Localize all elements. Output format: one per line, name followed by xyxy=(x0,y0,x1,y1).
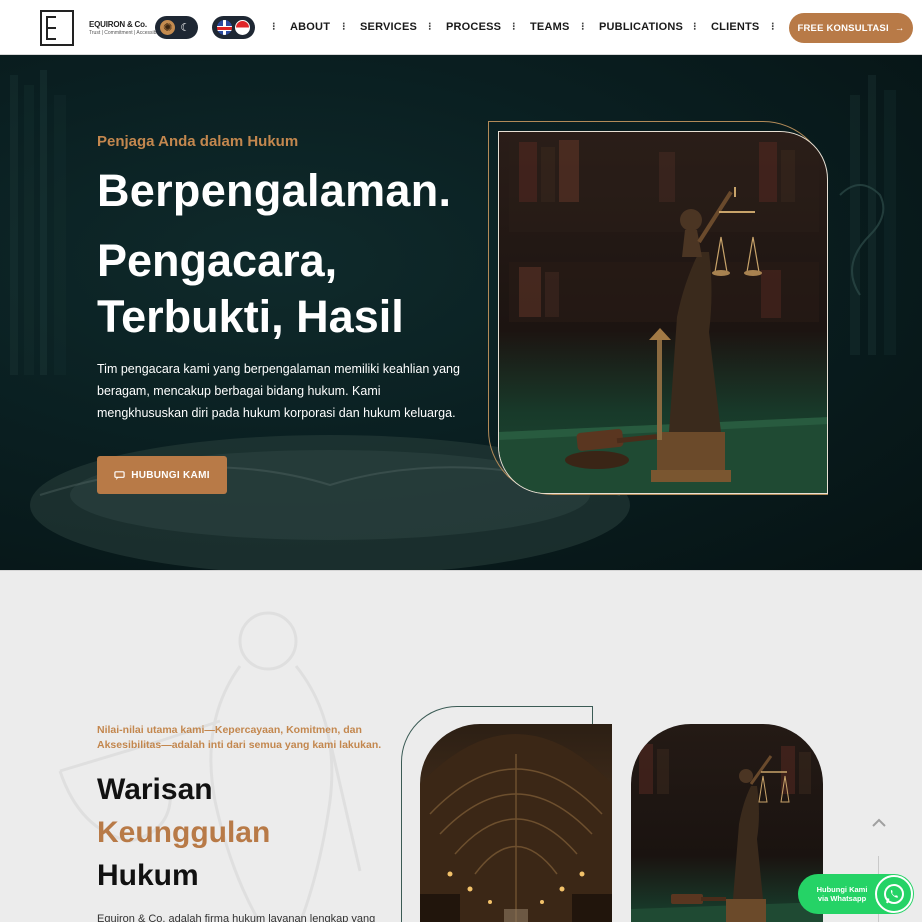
indonesia-flag-icon xyxy=(234,20,250,35)
nav-about[interactable]: ABOUT xyxy=(290,21,330,33)
scroll-to-top-button[interactable] xyxy=(866,810,892,836)
whatsapp-label: Hubungi Kami via Whatsapp xyxy=(816,885,868,903)
uk-flag-icon xyxy=(217,20,233,35)
whatsapp-icon[interactable] xyxy=(875,875,913,913)
contact-us-button[interactable]: HUBUNGI KAMI xyxy=(97,456,227,494)
menu-separator: ⁝ xyxy=(693,21,697,33)
language-toggle[interactable] xyxy=(212,16,255,39)
values-heading-line2: Keunggulan xyxy=(97,816,271,849)
theme-toggle[interactable]: ✺ ☾ xyxy=(155,16,198,39)
nav-services[interactable]: SERVICES xyxy=(360,21,417,33)
free-consultation-button[interactable]: FREE KONSULTASI → xyxy=(789,13,913,43)
nav-publications[interactable]: PUBLICATIONS xyxy=(599,21,683,33)
nav-teams[interactable]: TEAMS xyxy=(530,21,570,33)
brand-tagline: Trust | Commitment | Accessible xyxy=(89,30,161,36)
values-section: Nilai-nilai utama kami—Kepercayaan, Komi… xyxy=(0,570,922,922)
lady-justice-statue xyxy=(499,132,827,493)
hero-heading-line2: Pengacara, xyxy=(97,235,338,286)
hero-description: Tim pengacara kami yang berpengalaman me… xyxy=(97,362,460,420)
brand-name: EQUIRON & Co. xyxy=(89,20,147,29)
nav-process[interactable]: PROCESS xyxy=(446,21,501,33)
menu-separator: ⁝ xyxy=(272,21,276,33)
menu-separator: ⁝ xyxy=(342,21,346,33)
hero-section: Penjaga Anda dalam Hukum Berpengalaman. … xyxy=(0,55,922,570)
brand-logo[interactable]: EQUIRON & Co. Trust | Commitment | Acces… xyxy=(40,10,160,46)
menu-separator: ⁝ xyxy=(512,21,516,33)
library-hall-photo xyxy=(420,724,612,922)
menu-separator: ⁝ xyxy=(428,21,432,33)
hero-eyebrow: Penjaga Anda dalam Hukum xyxy=(97,133,299,150)
free-consultation-label: FREE KONSULTASI xyxy=(797,22,889,34)
menu-separator: ⁝ xyxy=(581,21,585,33)
sun-icon: ✺ xyxy=(160,20,176,35)
chat-icon xyxy=(114,470,125,480)
lady-justice-photo xyxy=(498,131,828,494)
navbar: EQUIRON & Co. Trust | Commitment | Acces… xyxy=(0,0,922,55)
values-heading-line3: Hukum xyxy=(97,859,199,892)
arrow-right-icon: → xyxy=(894,22,905,34)
nav-clients[interactable]: CLIENTS xyxy=(711,21,759,33)
values-eyebrow: Nilai-nilai utama kami—Kepercayaan, Komi… xyxy=(97,724,382,751)
hero-heading-line3: Terbukti, Hasil xyxy=(97,291,404,342)
chevron-up-icon xyxy=(872,818,886,827)
moon-icon: ☾ xyxy=(180,22,191,34)
values-body: Equiron & Co. adalah firma hukum layanan… xyxy=(97,913,376,922)
hero-heading-line1: Berpengalaman. xyxy=(97,165,452,216)
menu-separator: ⁝ xyxy=(771,21,775,33)
contact-us-label: HUBUNGI KAMI xyxy=(131,469,210,481)
values-heading-line1: Warisan xyxy=(97,773,213,806)
lady-justice-photo-small xyxy=(631,724,823,922)
logo-mark xyxy=(40,10,74,46)
